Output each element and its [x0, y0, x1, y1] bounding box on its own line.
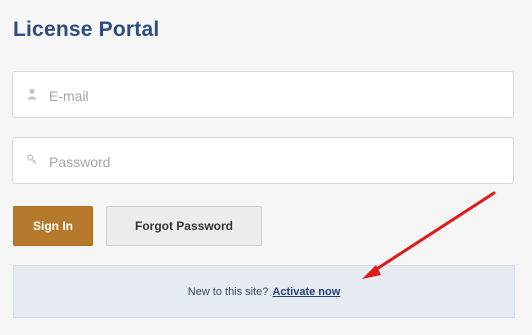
forgot-password-button[interactable]: Forgot Password [106, 206, 262, 246]
email-input[interactable] [47, 72, 491, 119]
email-field[interactable] [12, 71, 514, 119]
sign-in-button[interactable]: Sign In [13, 206, 93, 246]
activate-prompt: New to this site? [187, 285, 269, 298]
key-icon [27, 153, 37, 165]
password-input[interactable] [47, 138, 491, 185]
activate-notice: New to this site? Activate now [13, 265, 515, 318]
activate-now-link[interactable]: Activate now [272, 286, 340, 298]
user-icon [27, 87, 37, 100]
page-title: License Portal [13, 18, 160, 41]
password-field[interactable] [12, 137, 514, 185]
